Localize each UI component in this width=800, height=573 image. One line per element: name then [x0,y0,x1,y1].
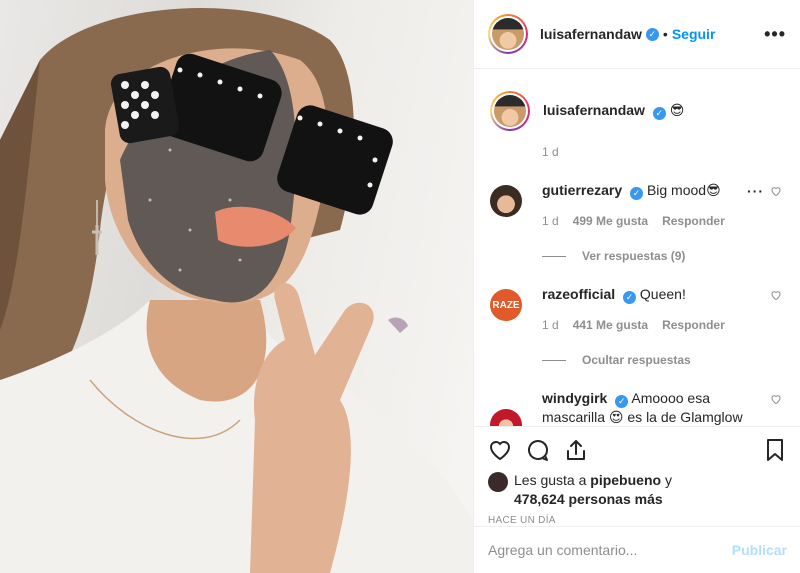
hide-replies-label: Ocultar respuestas [582,353,691,367]
add-comment-bar: Publicar [474,526,800,573]
reply-button[interactable]: Responder [662,316,725,335]
caption-text: 😎 [669,102,685,118]
author-avatar[interactable] [488,14,528,54]
comment-likes[interactable]: 499 Me gusta [573,212,648,231]
verified-badge-icon: ✓ [630,187,644,200]
author-username[interactable]: luisafernandaw [540,26,642,42]
like-comment-heart-icon[interactable] [770,393,782,405]
share-icon[interactable] [564,438,588,462]
comment-text: Queen! [639,286,686,302]
follow-button[interactable]: Seguir [672,26,716,42]
comment-item: gutierrezary ✓ Big mood😎 1 d 499 Me gust… [490,181,784,231]
verified-badge-icon: ✓ [645,27,659,41]
liker-avatar[interactable] [488,472,508,492]
reply-button[interactable]: Responder [662,212,725,231]
like-comment-heart-icon[interactable] [770,185,782,197]
verified-badge-icon: ✓ [615,395,629,408]
likes-connector: y [661,472,672,488]
caption-author-avatar[interactable] [490,91,530,131]
caption-time[interactable]: 1 d [542,145,784,159]
view-replies-toggle[interactable]: Ver respuestas (9) [542,249,784,263]
more-options-icon[interactable]: ••• [764,24,786,45]
caption: luisafernandaw ✓ 😎 [490,91,784,131]
comment-bubble-icon[interactable] [526,438,550,462]
commenter-username[interactable]: razeofficial [542,286,615,302]
comment-time[interactable]: 1 d [542,316,559,335]
post-actions: Les gusta a pipebueno y 478,624 personas… [474,426,800,526]
like-comment-heart-icon[interactable] [770,289,782,301]
verified-badge-icon: ✓ [623,291,637,304]
commenter-avatar[interactable]: RAZE [490,289,522,321]
comment-likes[interactable]: 441 Me gusta [573,316,648,335]
liker-username[interactable]: pipebueno [590,472,661,488]
likes-count[interactable]: 478,624 personas más [514,491,663,507]
commenter-avatar[interactable] [490,409,522,426]
likes-prefix: Les gusta a [514,472,591,488]
view-replies-label: Ver respuestas (9) [582,249,686,263]
comment-item: windygirk ✓ Amoooo esa mascarilla 😍 es l… [490,389,784,426]
avatar-logo-text: RAZE [492,299,520,311]
comment-time[interactable]: 1 d [542,212,559,231]
separator-dot: • [662,26,668,42]
hide-replies-toggle[interactable]: Ocultar respuestas [542,353,784,367]
comment-text: Big mood😎 [646,182,721,198]
comment-input[interactable] [488,542,732,558]
post-timestamp[interactable]: HACE UN DÍA [488,515,787,526]
commenter-avatar[interactable] [490,185,522,217]
publish-button[interactable]: Publicar [732,542,787,558]
post-viewer: luisafernandaw ✓ • Seguir ••• luisaferna… [0,0,800,573]
post-header: luisafernandaw ✓ • Seguir ••• [474,0,800,69]
commenter-username[interactable]: windygirk [542,390,607,406]
like-heart-icon[interactable] [488,438,512,462]
comments-list[interactable]: luisafernandaw ✓ 😎 1 d gutierrezary ✓ Bi… [474,69,800,426]
post-sidebar: luisafernandaw ✓ • Seguir ••• luisaferna… [473,0,800,573]
bookmark-icon[interactable] [763,438,787,462]
comment-item: RAZE razeofficial ✓ Queen! 1 d 441 Me gu… [490,285,784,335]
verified-badge-icon: ✓ [652,107,666,120]
commenter-username[interactable]: gutierrezary [542,182,622,198]
caption-author[interactable]: luisafernandaw [543,102,645,118]
likes-summary: Les gusta a pipebueno y 478,624 personas… [488,471,787,509]
photo-illustration [0,7,473,573]
post-photo[interactable] [0,0,473,573]
comment-options-icon[interactable]: ··· [747,183,764,199]
